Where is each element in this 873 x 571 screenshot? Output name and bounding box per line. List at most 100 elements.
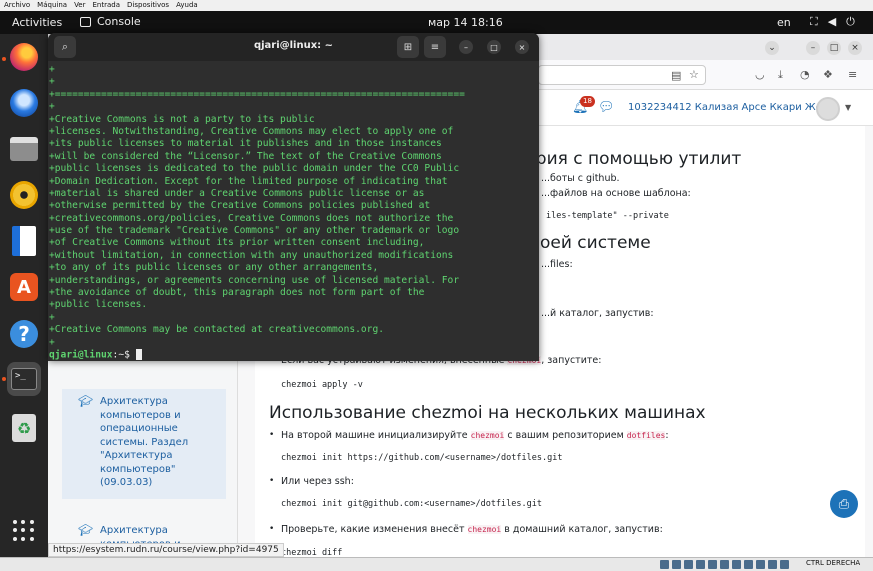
terminal-maximize-button[interactable]: □ bbox=[487, 40, 501, 54]
rhythmbox-icon bbox=[10, 181, 38, 209]
dock-terminal[interactable]: >_ bbox=[7, 362, 41, 396]
browser-minimize-button[interactable]: – bbox=[806, 41, 820, 55]
graduation-cap-icon: 🎓︎ bbox=[78, 394, 94, 408]
vbox-menu-ayuda[interactable]: Ayuda bbox=[176, 0, 198, 11]
url-field[interactable]: ▤ ☆ bbox=[538, 65, 706, 85]
files-icon bbox=[10, 137, 38, 161]
terminal-line: +Creative Commons may be contacted at cr… bbox=[49, 324, 385, 336]
pocket-icon[interactable]: ◡ bbox=[755, 68, 765, 81]
new-tab-button[interactable]: ⊞ bbox=[397, 36, 419, 58]
bullet: • bbox=[269, 476, 275, 486]
terminal-output[interactable]: + + +=====================================… bbox=[48, 61, 539, 361]
power-icon: ⏻ bbox=[846, 15, 855, 28]
notification-count-badge: 18 bbox=[580, 96, 595, 107]
text-check-changes: Проверьте, какие изменения внесёт chezmo… bbox=[281, 524, 663, 535]
terminal-minimize-button[interactable]: – bbox=[459, 40, 473, 54]
terminal-line: +will be considered the “Licensor.” The … bbox=[49, 150, 442, 162]
user-menu-chevron-down-icon[interactable]: ▼ bbox=[845, 103, 851, 112]
keyboard-layout-indicator[interactable]: en bbox=[777, 16, 791, 29]
downloads-icon[interactable]: ⤓ bbox=[778, 68, 783, 82]
hamburger-menu-icon[interactable]: ≡ bbox=[424, 36, 446, 58]
extensions-icon[interactable]: ❖ bbox=[823, 68, 833, 81]
vbox-menu-archivo[interactable]: Archivo bbox=[4, 0, 30, 11]
text-template: ...файлов на основе шаблона: bbox=[541, 188, 691, 199]
text-second-machine: На второй машине инициализируйте chezmoi… bbox=[281, 430, 669, 441]
terminal-line: +its public licenses to material it publ… bbox=[49, 138, 442, 150]
dock-trash[interactable]: ♻ bbox=[7, 411, 41, 445]
terminal-line: + bbox=[49, 64, 55, 75]
code-apply: chezmoi apply -v bbox=[281, 380, 363, 390]
cpu-icon bbox=[756, 560, 765, 569]
cd-icon bbox=[672, 560, 681, 569]
account-icon[interactable]: ◔ bbox=[800, 68, 810, 81]
vm-status-bar: CTRL DERECHA bbox=[0, 557, 873, 571]
print-button[interactable]: ⎙ bbox=[830, 490, 858, 518]
bookmark-star-icon[interactable]: ☆ bbox=[689, 68, 699, 81]
dock-writer[interactable] bbox=[7, 224, 41, 258]
vm-device-icons[interactable] bbox=[660, 560, 789, 569]
dock-help[interactable]: ? bbox=[7, 317, 41, 351]
terminal-header-bar[interactable]: ⌕ qjari@linux: ~ ⊞ ≡ – □ × bbox=[48, 33, 539, 61]
terminal-line: +without limitation, in connection with … bbox=[49, 249, 454, 261]
user-name[interactable]: 1032234412 Кализая Арсе Ккари Жекка bbox=[628, 102, 840, 113]
terminal-line: +of Creative Commons without its prior w… bbox=[49, 237, 425, 249]
course-index-label: Архитектура компьютеров и операционные с… bbox=[100, 396, 189, 488]
terminal-close-button[interactable]: × bbox=[515, 40, 529, 54]
code-template: iles-template" --private bbox=[546, 211, 669, 221]
network-icon: ⛶ bbox=[810, 15, 818, 28]
printer-icon: ⎙ bbox=[838, 496, 850, 512]
app-menu-label: Console bbox=[97, 15, 141, 28]
dock-app-center[interactable]: A bbox=[7, 270, 41, 304]
clock[interactable]: мар 14 18:16 bbox=[428, 16, 503, 29]
terminal-line: + bbox=[49, 311, 55, 323]
text-files: ...files: bbox=[541, 259, 573, 270]
terminal-cursor bbox=[135, 348, 142, 360]
dock-rhythmbox[interactable] bbox=[7, 178, 41, 212]
vbox-menu-maquina[interactable]: Máquina bbox=[37, 0, 67, 11]
system-tray[interactable]: ⛶ ◀ ⏻ bbox=[810, 15, 855, 29]
audio-icon bbox=[684, 560, 693, 569]
terminal-line: +the avoidance of doubt, this paragraph … bbox=[49, 287, 425, 299]
terminal-line: +licenses. Notwithstanding, Creative Com… bbox=[49, 125, 454, 137]
terminal-line: + bbox=[49, 101, 55, 113]
volume-icon: ◀ bbox=[827, 15, 837, 28]
vbox-menu-dispositivos[interactable]: Dispositivos bbox=[127, 0, 169, 11]
browser-chevron-down-icon[interactable]: ⌄ bbox=[765, 41, 779, 55]
terminal-line: +to any of its public licenses or any ot… bbox=[49, 262, 379, 274]
trash-icon: ♻ bbox=[12, 414, 36, 442]
vbox-menu-bar: Archivo Máquina Ver Entrada Dispositivos… bbox=[0, 0, 873, 11]
app-menu[interactable]: Console bbox=[80, 15, 141, 28]
dock-thunderbird[interactable] bbox=[7, 86, 41, 120]
dock-files[interactable] bbox=[7, 132, 41, 166]
browser-close-button[interactable]: × bbox=[848, 41, 862, 55]
terminal-line: +otherwise permitted by the Creative Com… bbox=[49, 200, 431, 212]
bullet: • bbox=[269, 430, 275, 440]
terminal-window[interactable]: ⌕ qjari@linux: ~ ⊞ ≡ – □ × + + +==========… bbox=[48, 33, 539, 361]
browser-maximize-button[interactable]: □ bbox=[827, 41, 841, 55]
text-diff-catalog: ...й каталог, запустив: bbox=[541, 308, 654, 319]
dock-show-apps[interactable] bbox=[7, 514, 41, 548]
terminal-line: +creativecommons.org/policies, Creative … bbox=[49, 212, 454, 224]
code-init-ssh: chezmoi init git@github.com:<username>/d… bbox=[281, 499, 542, 509]
activities-button[interactable]: Activities bbox=[12, 16, 62, 29]
avatar[interactable] bbox=[816, 97, 840, 121]
terminal-prompt[interactable]: qjari@linux:~$ bbox=[49, 348, 539, 361]
menu-icon[interactable]: ≡ bbox=[848, 68, 857, 81]
running-indicator bbox=[2, 377, 6, 381]
reader-view-icon[interactable]: ▤ bbox=[671, 69, 681, 82]
vbox-menu-ver[interactable]: Ver bbox=[74, 0, 85, 11]
course-index-item[interactable]: 🎓︎ Архитектура компьютеров и операционны… bbox=[62, 389, 226, 499]
vbox-menu-entrada[interactable]: Entrada bbox=[93, 0, 121, 11]
terminal-line: +=======================================… bbox=[49, 88, 465, 100]
thunderbird-icon bbox=[10, 89, 38, 117]
dock-firefox[interactable] bbox=[7, 40, 41, 74]
code-diff: chezmoi diff bbox=[281, 548, 343, 557]
terminal-line: +understandings, or agreements concernin… bbox=[49, 274, 460, 286]
terminal-line: + bbox=[49, 336, 55, 348]
messages-icon[interactable]: 💬︎ bbox=[598, 100, 615, 115]
link-status-url: https://esystem.rudn.ru/course/view.php?… bbox=[48, 543, 284, 557]
heading-multi-machines: Использование chezmoi на нескольких маши… bbox=[269, 403, 706, 423]
terminal-line: + bbox=[49, 76, 55, 88]
console-app-icon bbox=[80, 16, 91, 27]
terminal-icon: >_ bbox=[11, 368, 37, 390]
